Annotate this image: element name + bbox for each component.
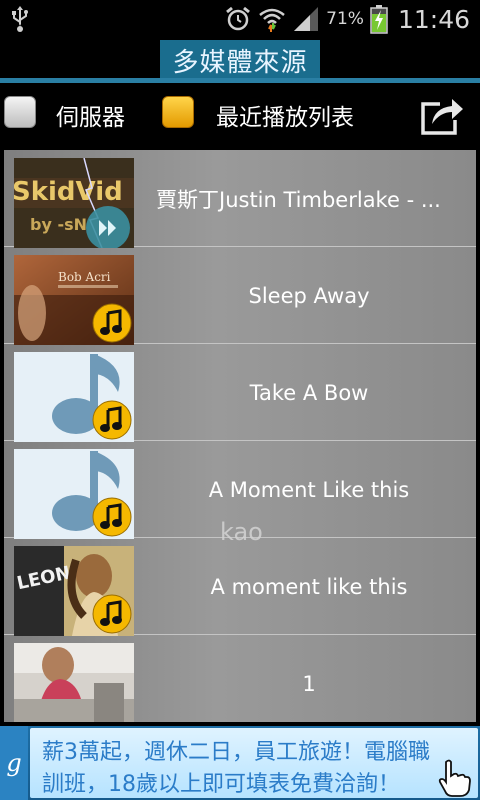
list-item[interactable]: Take A Bow	[4, 344, 476, 442]
pointer-hand-icon	[438, 759, 471, 797]
music-note-icon	[92, 497, 132, 537]
ad-text-line-1: 薪3萬起，週休二日，員工旅遊！電腦職	[42, 740, 430, 765]
media-list[interactable]: SkidVid by -sN 賈斯丁Justin Timberlake - ..…	[4, 150, 476, 722]
source-tabs: 伺服器 最近播放列表	[0, 84, 480, 148]
signal-icon	[294, 7, 319, 31]
alarm-icon	[226, 6, 251, 31]
placeholder-thumbnail	[14, 449, 134, 539]
overlay-watermark: kao	[220, 518, 263, 546]
ad-banner[interactable]: g 薪3萬起，週休二日，員工旅遊！電腦職 訓班，18歲以上即可填表免費洽詢！	[0, 726, 480, 800]
media-title: 賈斯丁Justin Timberlake - ...	[156, 187, 441, 212]
title-box: 多媒體來源	[160, 40, 320, 80]
battery-charging-icon	[370, 5, 388, 34]
tab-recent-playlist[interactable]: 最近播放列表	[216, 98, 354, 132]
video-thumbnail: SkidVid by -sN	[14, 158, 134, 248]
media-title: A Moment Like this	[208, 477, 410, 502]
thumb-artist-text: Bob Acri	[58, 270, 111, 284]
ad-text-line-2: 訓班，18歲以上即可填表免費洽詢！	[42, 772, 400, 797]
list-item[interactable]: LEONA A moment like this	[4, 538, 476, 636]
clock: 11:46	[397, 4, 470, 34]
music-note-icon	[92, 400, 132, 440]
list-item[interactable]: 1	[4, 635, 476, 722]
thumb-subtitle-text: by -sN	[30, 215, 87, 234]
wifi-icon	[259, 8, 285, 32]
battery-percent: 71%	[326, 9, 364, 29]
media-title: Sleep Away	[248, 283, 370, 308]
ad-logo: g	[0, 726, 28, 800]
album-thumbnail: LEONA	[14, 546, 134, 636]
placeholder-thumbnail	[14, 352, 134, 442]
title-divider	[0, 78, 480, 83]
list-item[interactable]: Bob Acri Sleep Away	[4, 247, 476, 345]
server-checkbox[interactable]	[4, 96, 36, 128]
thumb-title-text: SkidVid	[14, 177, 123, 207]
album-thumbnail: Bob Acri	[14, 255, 134, 345]
share-icon[interactable]	[420, 94, 466, 136]
music-note-icon	[92, 594, 132, 634]
photo-thumbnail	[14, 643, 134, 722]
list-item[interactable]: SkidVid by -sN 賈斯丁Justin Timberlake - ..…	[4, 150, 476, 248]
media-title: A moment like this	[210, 574, 408, 599]
media-title: 1	[302, 671, 316, 696]
status-bar: 71% 11:46	[0, 0, 480, 38]
recent-checkbox[interactable]	[162, 96, 194, 128]
media-title: Take A Bow	[249, 380, 369, 405]
music-note-icon	[92, 303, 132, 343]
title-bar: 多媒體來源	[0, 38, 480, 84]
usb-icon	[12, 6, 28, 32]
page-title: 多媒體來源	[172, 47, 308, 78]
ad-panel[interactable]: 薪3萬起，週休二日，員工旅遊！電腦職 訓班，18歲以上即可填表免費洽詢！	[30, 728, 478, 798]
tab-server[interactable]: 伺服器	[56, 98, 125, 132]
